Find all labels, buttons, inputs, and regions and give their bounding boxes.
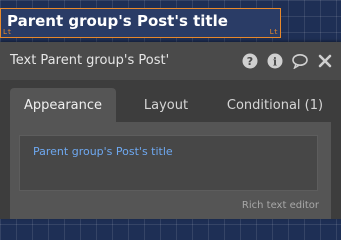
resize-handle-right[interactable]: Lt <box>270 28 278 36</box>
close-icon[interactable] <box>317 53 333 69</box>
tab-appearance[interactable]: Appearance <box>10 88 116 122</box>
resize-handle-left[interactable]: Lt <box>3 28 11 36</box>
text-element-content: Parent group's Post's title <box>7 12 228 30</box>
tab-conditional[interactable]: Conditional (1) <box>216 88 334 122</box>
appearance-tab-content: Parent group's Post's title Rich text ed… <box>10 122 331 219</box>
selected-text-element[interactable]: Parent group's Post's title Lt Lt <box>0 8 281 38</box>
panel-header-icons: ? i <box>242 53 333 69</box>
text-content-editor[interactable]: Parent group's Post's title <box>19 135 318 191</box>
panel-header[interactable]: Text Parent group's Post' ? i <box>0 42 341 80</box>
info-icon[interactable]: i <box>267 53 283 69</box>
tab-layout[interactable]: Layout <box>126 88 206 122</box>
property-editor-panel: Text Parent group's Post' ? i Appearance… <box>0 42 341 219</box>
svg-text:?: ? <box>247 55 253 68</box>
svg-text:i: i <box>273 56 277 69</box>
rich-text-editor-link[interactable]: Rich text editor <box>242 200 319 211</box>
panel-tabs: Appearance Layout Conditional (1) <box>0 88 341 122</box>
dynamic-expression[interactable]: Parent group's Post's title <box>33 145 173 158</box>
panel-title: Text Parent group's Post' <box>10 53 170 68</box>
comment-icon[interactable] <box>292 53 308 69</box>
help-icon[interactable]: ? <box>242 53 258 69</box>
